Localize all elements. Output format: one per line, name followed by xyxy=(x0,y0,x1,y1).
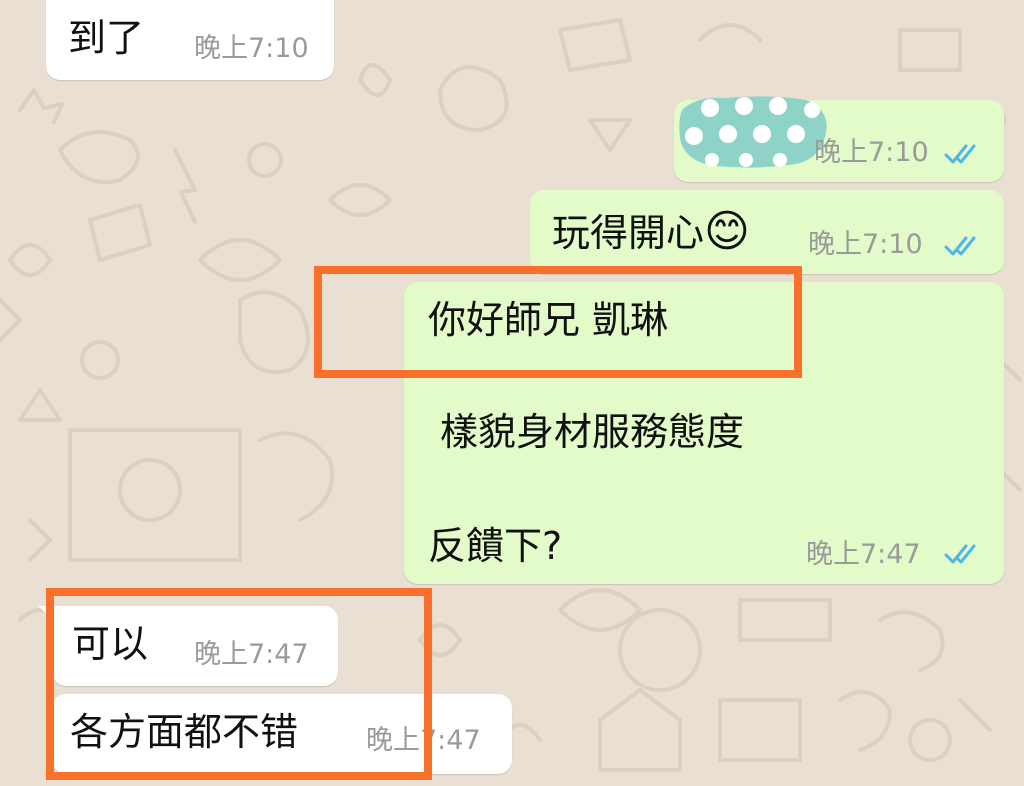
message-text-content: 玩得開心 xyxy=(552,211,705,255)
message-line: 樣貌身材服務態度 xyxy=(440,410,745,454)
annotation-highlight-greeting xyxy=(314,266,802,378)
double-check-icon xyxy=(944,236,976,256)
message-text: 到了 xyxy=(68,16,145,60)
message-timestamp: 晚上7:10 xyxy=(814,137,929,168)
double-check-icon xyxy=(944,144,976,164)
redacted-sticker-image xyxy=(679,96,827,168)
message-timestamp: 晚上7:10 xyxy=(194,33,309,64)
annotation-highlight-replies xyxy=(46,588,432,780)
message-timestamp: 晚上7:10 xyxy=(808,229,923,260)
smiling-face-emoji: 😊 xyxy=(704,206,750,257)
double-check-icon xyxy=(944,544,976,564)
message-text: 玩得開心😊 xyxy=(552,210,750,256)
message-timestamp: 晚上7:47 xyxy=(806,539,921,570)
message-line: 反饋下? xyxy=(428,524,563,568)
